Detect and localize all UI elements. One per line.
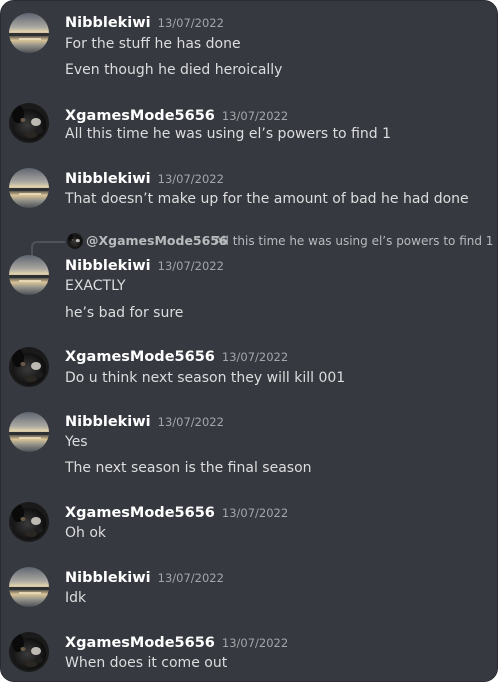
chat-window: Nibblekiwi 13/07/2022 For the stuff he ha…: [0, 0, 498, 682]
message-header: Nibblekiwi 13/07/2022: [65, 411, 224, 430]
message-header: XgamesMode5656 13/07/2022: [65, 632, 288, 651]
message-header: Nibblekiwi 13/07/2022: [65, 255, 224, 274]
author-name[interactable]: XgamesMode5656: [65, 349, 215, 365]
timestamp: 13/07/2022: [157, 415, 224, 429]
message-text: When does it come out: [65, 655, 228, 671]
author-name[interactable]: Nibblekiwi: [65, 258, 151, 274]
timestamp: 13/07/2022: [157, 571, 224, 585]
timestamp: 13/07/2022: [157, 259, 224, 273]
author-name[interactable]: Nibblekiwi: [65, 414, 151, 430]
message-header: Nibblekiwi 13/07/2022: [65, 168, 224, 187]
dog-avatar[interactable]: [9, 632, 49, 672]
lake-sunset-avatar[interactable]: [9, 567, 49, 607]
lake-sunset-avatar[interactable]: [9, 255, 49, 295]
lake-sunset-avatar[interactable]: [9, 168, 49, 208]
message-header: XgamesMode5656 13/07/2022: [65, 105, 288, 124]
message-text: EXACTLY: [65, 278, 126, 294]
reply-connector: [31, 241, 65, 257]
message-header: Nibblekiwi 13/07/2022: [65, 567, 224, 586]
message-text: All this time he was using el’s powers t…: [65, 126, 392, 142]
dog-avatar[interactable]: [9, 103, 49, 143]
message-text: That doesn’t make up for the amount of b…: [65, 191, 469, 207]
message-text: Do u think next season they will kill 00…: [65, 370, 346, 386]
reply-reference[interactable]: @XgamesMode5656 All this time he was usi…: [31, 232, 497, 257]
timestamp: 13/07/2022: [221, 109, 289, 123]
lake-sunset-avatar[interactable]: [9, 412, 49, 452]
author-name[interactable]: XgamesMode5656: [65, 635, 215, 651]
message-text: Oh ok: [65, 525, 107, 541]
message-text: For the stuff he has done: [65, 36, 241, 52]
lake-sunset-avatar[interactable]: [9, 13, 49, 53]
message-header: XgamesMode5656 13/07/2022: [65, 346, 288, 365]
dog-avatar: [67, 233, 83, 249]
message-text: he’s bad for sure: [65, 305, 184, 321]
author-name[interactable]: Nibblekiwi: [65, 15, 151, 31]
reply-preview-text[interactable]: All this time he was using el’s powers t…: [214, 234, 493, 248]
message-text: Even though he died heroically: [65, 62, 283, 78]
message-header: Nibblekiwi 13/07/2022: [65, 12, 224, 31]
timestamp: 13/07/2022: [157, 172, 224, 186]
timestamp: 13/07/2022: [221, 506, 289, 520]
author-name[interactable]: XgamesMode5656: [65, 108, 215, 124]
reply-mention[interactable]: @XgamesMode5656: [86, 233, 228, 248]
author-name[interactable]: Nibblekiwi: [65, 570, 151, 586]
timestamp: 13/07/2022: [221, 636, 289, 650]
message-text: The next season is the final season: [65, 460, 312, 476]
message-text: Yes: [65, 434, 88, 450]
author-name[interactable]: XgamesMode5656: [65, 505, 215, 521]
timestamp: 13/07/2022: [157, 16, 224, 30]
message-header: XgamesMode5656 13/07/2022: [65, 502, 288, 521]
dog-avatar[interactable]: [9, 502, 49, 542]
message-text: Idk: [65, 590, 87, 606]
timestamp: 13/07/2022: [221, 350, 289, 364]
author-name[interactable]: Nibblekiwi: [65, 171, 151, 187]
dog-avatar[interactable]: [9, 347, 49, 387]
